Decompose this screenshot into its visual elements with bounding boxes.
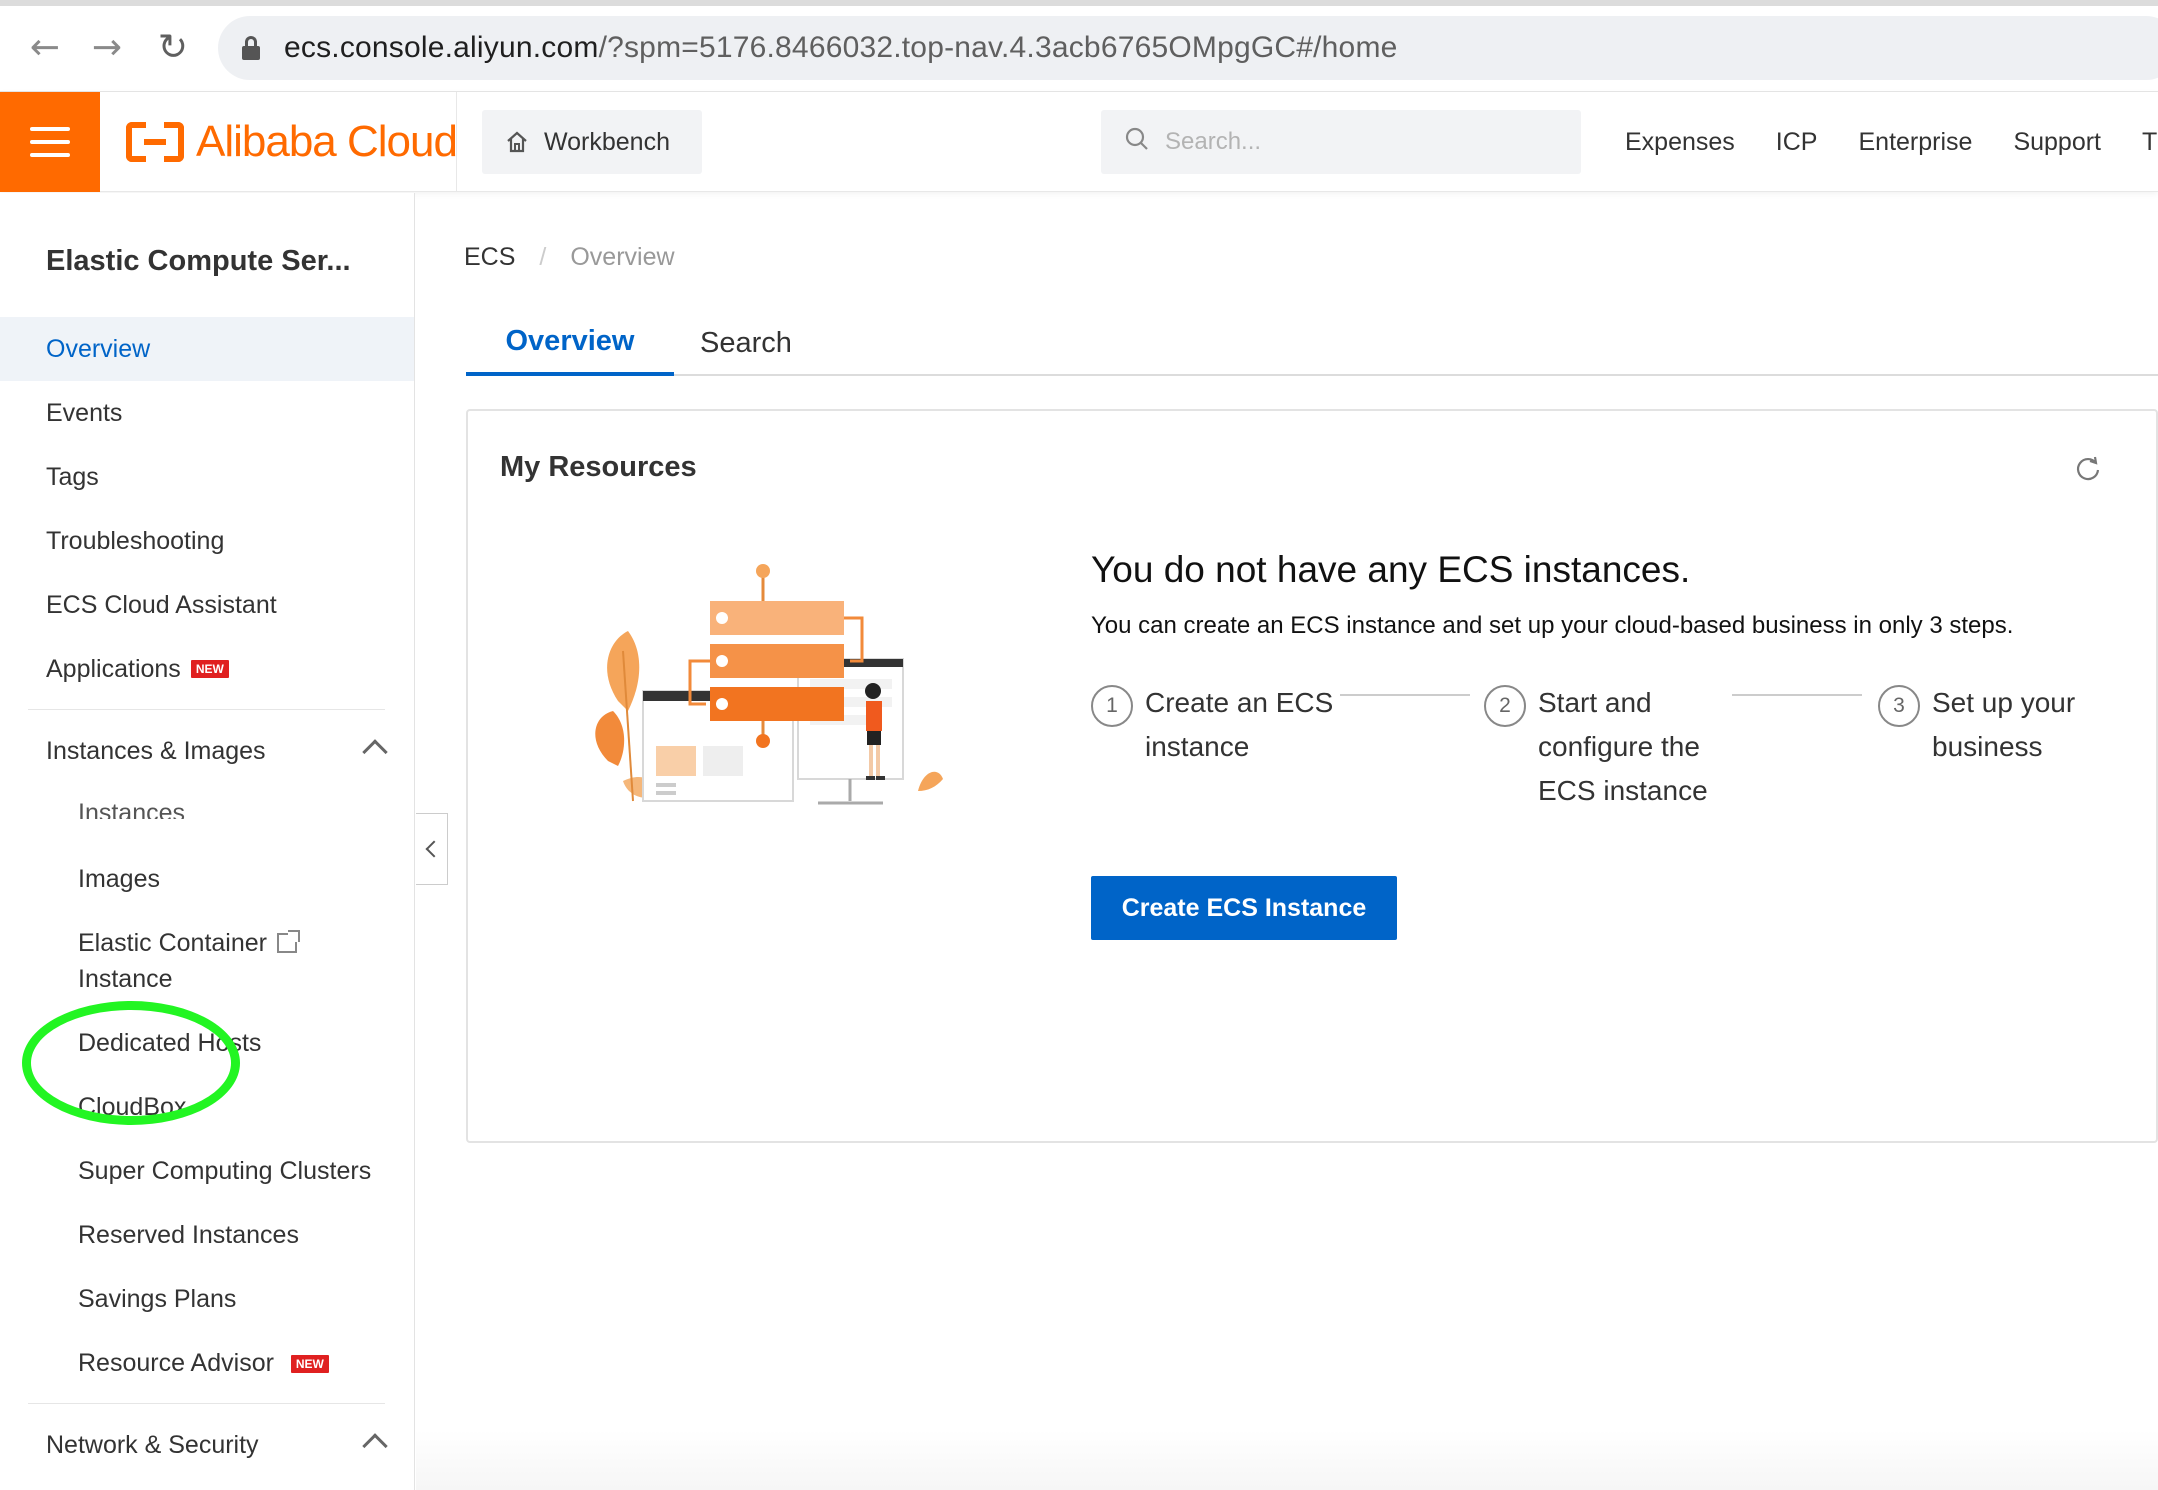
- resource-advisor-label: Resource Advisor: [78, 1349, 274, 1377]
- back-arrow-icon[interactable]: ←: [20, 22, 70, 72]
- step-text: Create an ECS instance: [1145, 687, 1334, 762]
- lock-icon: [242, 36, 260, 60]
- step-connector: [1340, 694, 1470, 696]
- sidebar-item-events[interactable]: Events: [0, 381, 414, 445]
- my-resources-card: My Resources You do not have any ECS ins…: [466, 409, 2158, 1143]
- sidebar-item-images[interactable]: Images: [0, 861, 414, 897]
- forward-arrow-icon[interactable]: →: [82, 22, 132, 72]
- support-link[interactable]: Support: [2013, 128, 2101, 157]
- sidebar-item-savings-plans[interactable]: Savings Plans: [0, 1281, 414, 1317]
- tab-overview[interactable]: Overview: [466, 310, 674, 376]
- sidebar: Elastic Compute Ser... Overview Events T…: [0, 193, 415, 1490]
- sidebar-divider: [28, 709, 385, 710]
- icp-link[interactable]: ICP: [1776, 128, 1818, 157]
- empty-state-title: You do not have any ECS instances.: [1091, 549, 1691, 590]
- reload-icon[interactable]: ↻: [148, 22, 198, 72]
- chevron-up-icon: [362, 739, 388, 765]
- eci-label-line2: Instance: [78, 965, 173, 993]
- step-1: 1 Create an ECS instance: [1091, 681, 1335, 769]
- expenses-link[interactable]: Expenses: [1625, 128, 1735, 157]
- sidebar-divider: [28, 1403, 385, 1404]
- breadcrumb-separator: /: [539, 243, 547, 271]
- breadcrumb-current: Overview: [570, 243, 675, 271]
- create-ecs-instance-button[interactable]: Create ECS Instance: [1091, 876, 1397, 940]
- sidebar-title: Elastic Compute Ser...: [46, 245, 351, 277]
- logo-text: Alibaba Cloud: [196, 117, 458, 166]
- step-number: 2: [1484, 685, 1526, 727]
- external-link-icon: [276, 930, 300, 953]
- url-text[interactable]: ecs.console.aliyun.com/?spm=5176.8466032…: [284, 31, 1398, 65]
- server-illustration: [595, 564, 943, 805]
- breadcrumb: ECS / Overview: [464, 243, 675, 272]
- step-2: 2 Start and configure the ECS instance: [1484, 681, 1728, 813]
- tab-search[interactable]: Search: [674, 310, 818, 376]
- new-badge: NEW: [190, 660, 229, 678]
- sidebar-item-applications[interactable]: Applications NEW: [0, 637, 414, 701]
- eci-label-line1: Elastic Container: [78, 929, 267, 957]
- top-links: Expenses ICP Enterprise Support Ti: [1625, 92, 2158, 192]
- chevron-left-icon: [425, 840, 443, 858]
- step-number: 3: [1878, 685, 1920, 727]
- sidebar-group-instances-images[interactable]: Instances & Images: [0, 719, 414, 783]
- alibaba-cloud-logo-icon: [126, 122, 184, 162]
- group-label: Instances & Images: [46, 736, 266, 765]
- sidebar-item-super-computing-clusters[interactable]: Super Computing Clusters: [0, 1153, 414, 1189]
- search-input[interactable]: Search...: [1101, 110, 1581, 174]
- sidebar-item-resource-advisor[interactable]: Resource Advisor NEW: [0, 1345, 414, 1381]
- sidebar-item-instances[interactable]: Instances: [0, 795, 414, 819]
- tickets-link[interactable]: Ti: [2142, 128, 2158, 157]
- card-title: My Resources: [500, 451, 697, 483]
- step-connector: [1732, 694, 1862, 696]
- home-icon: [506, 131, 528, 153]
- nav-divider: [456, 92, 457, 192]
- search-placeholder: Search...: [1165, 128, 1262, 155]
- browser-tabstrip-edge: [0, 0, 2158, 6]
- step-text: Start and configure the ECS instance: [1538, 687, 1708, 806]
- sidebar-collapse-button[interactable]: [416, 813, 448, 885]
- enterprise-link[interactable]: Enterprise: [1858, 128, 1972, 157]
- group-label: Network & Security: [46, 1430, 259, 1459]
- empty-state-description: You can create an ECS instance and set u…: [1091, 612, 2014, 639]
- address-bar[interactable]: ecs.console.aliyun.com/?spm=5176.8466032…: [218, 16, 2158, 80]
- workbench-button[interactable]: Workbench: [482, 110, 702, 174]
- refresh-icon[interactable]: [2074, 455, 2102, 483]
- search-icon: [1125, 127, 1149, 158]
- top-navigation: Alibaba Cloud Workbench Search... Expens…: [0, 92, 2158, 192]
- applications-label: Applications: [46, 654, 181, 683]
- sidebar-item-overview[interactable]: Overview: [0, 317, 414, 381]
- browser-toolbar: ← → ↻ ecs.console.aliyun.com/?spm=5176.8…: [0, 0, 2158, 92]
- breadcrumb-ecs[interactable]: ECS: [464, 243, 515, 272]
- tab-bar: Overview Search: [466, 310, 2158, 376]
- highlight-annotation-circle: [22, 1001, 240, 1125]
- sidebar-group-network-security[interactable]: Network & Security: [0, 1413, 414, 1477]
- new-badge: NEW: [290, 1355, 329, 1374]
- alibaba-cloud-logo[interactable]: Alibaba Cloud: [126, 114, 458, 170]
- sidebar-item-troubleshooting[interactable]: Troubleshooting: [0, 509, 414, 573]
- step-text: Set up your business: [1932, 687, 2076, 762]
- bottom-shade: [416, 1430, 2158, 1490]
- sidebar-item-ecs-cloud-assistant[interactable]: ECS Cloud Assistant: [0, 573, 414, 637]
- workbench-label: Workbench: [544, 127, 670, 156]
- step-number: 1: [1091, 685, 1133, 727]
- sidebar-item-elastic-container-instance[interactable]: Elastic Container Instance: [0, 925, 414, 997]
- step-3: 3 Set up your business: [1878, 681, 2122, 769]
- menu-icon[interactable]: [0, 92, 100, 192]
- sidebar-item-tags[interactable]: Tags: [0, 445, 414, 509]
- chevron-up-icon: [362, 1433, 388, 1459]
- sidebar-item-reserved-instances[interactable]: Reserved Instances: [0, 1217, 414, 1253]
